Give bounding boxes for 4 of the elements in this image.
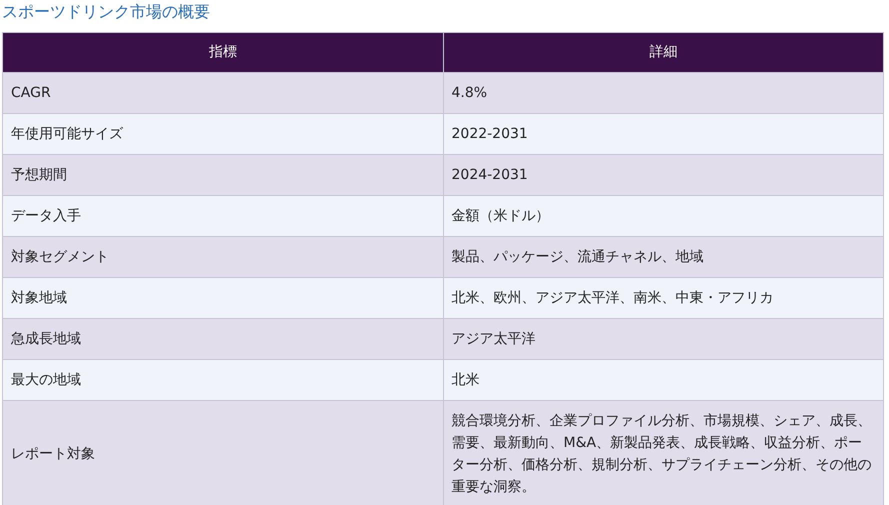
table-cell: レポート対象	[2, 400, 443, 505]
column-header: 詳細	[443, 32, 884, 72]
column-header: 指標	[2, 32, 443, 72]
section-title: スポーツドリンク市場の概要	[2, 1, 210, 23]
